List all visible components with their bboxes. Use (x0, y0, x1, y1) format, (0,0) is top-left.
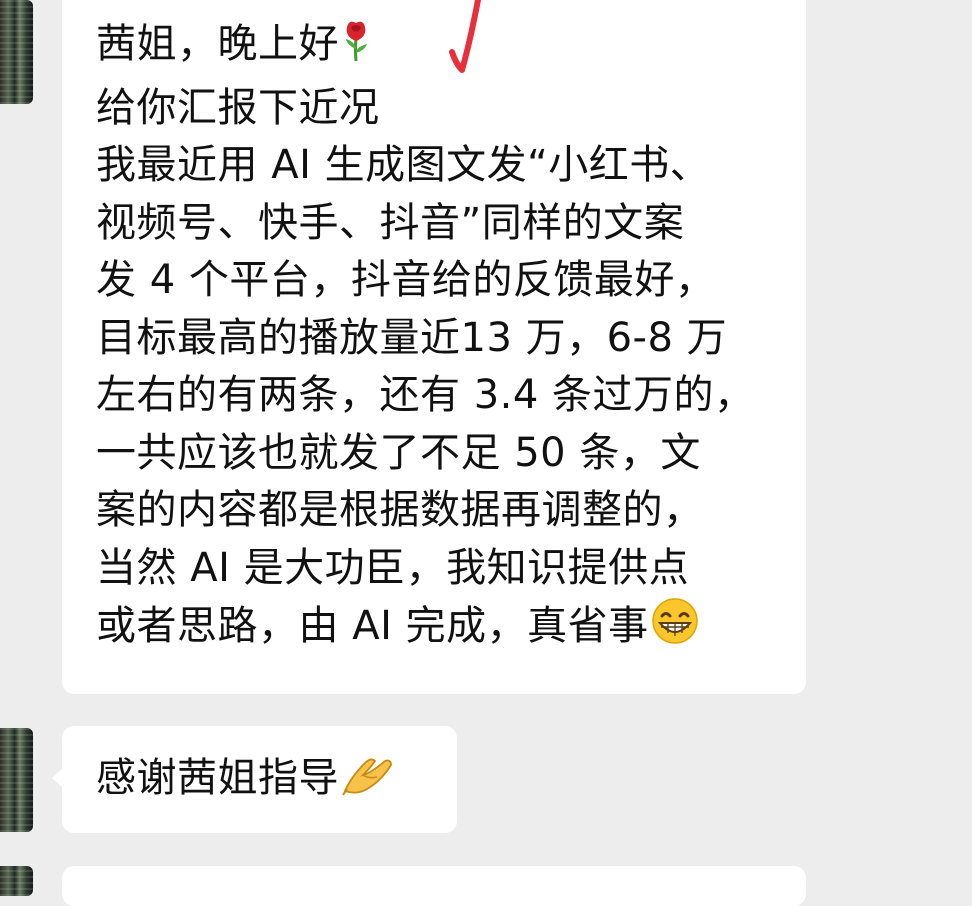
folded-hands-emoji (341, 751, 395, 809)
rose-emoji (341, 19, 371, 80)
message-line: 我最近用 AI 生成图文发“小红书、 (96, 142, 711, 188)
sender-avatar[interactable] (0, 0, 33, 104)
message-line: 一共应该也就发了不足 50 条，文 (96, 429, 701, 476)
message-line: 或者思路，由 AI 完成，真省事 (96, 597, 786, 662)
grinning-face-emoji (651, 597, 699, 662)
message-bubble[interactable] (62, 866, 806, 906)
message-line: 当然 AI 是大功臣，我知识提供点 (96, 544, 690, 591)
sender-avatar[interactable] (0, 728, 33, 832)
bubble-tail (52, 768, 63, 788)
message-line: 左右的有两条，还有 3.4 条过万的， (96, 372, 755, 418)
sender-avatar[interactable] (0, 866, 33, 896)
check-mark-icon (449, 0, 481, 73)
message-bubble[interactable]: 感谢茜姐指导 (52, 726, 457, 833)
message-line: 感谢茜姐指导 (96, 751, 395, 809)
message-bubble[interactable]: 茜姐，晚上好 给你汇报下近况 我最近用 AI 生成图文发“小红书、 视频号、快手… (62, 0, 806, 694)
message-line: 目标最高的播放量近13 万，6-8 万 (96, 314, 728, 361)
message-line: 发 4 个平台，抖音给的反馈最好， (96, 257, 716, 303)
message-line: 视频号、快手、抖音”同样的文案 (96, 199, 685, 246)
message-line: 案的内容都是根据数据再调整的， (96, 487, 704, 533)
message-line: 给你汇报下近况 (96, 84, 380, 131)
